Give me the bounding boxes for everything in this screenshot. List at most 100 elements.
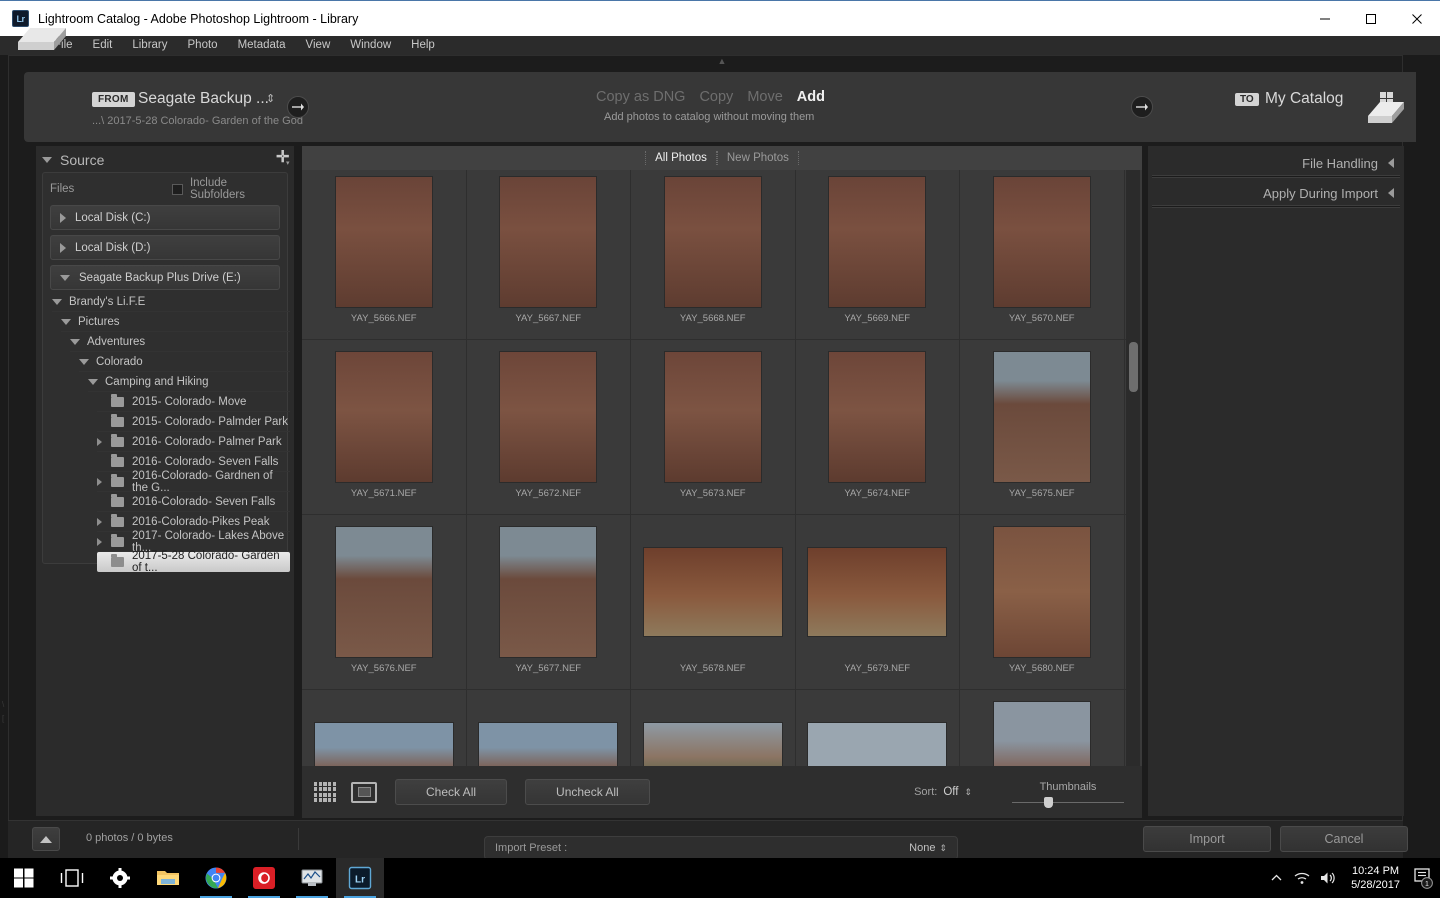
import-preset-value[interactable]: None xyxy=(909,842,935,854)
from-source-caret-icon[interactable]: ⇕ xyxy=(266,92,275,105)
tree-item[interactable]: Colorado xyxy=(79,352,290,372)
menu-item-photo[interactable]: Photo xyxy=(178,36,228,55)
photo-thumbnail[interactable] xyxy=(335,527,432,657)
minimize-button[interactable] xyxy=(1302,1,1348,37)
creative-cloud-button[interactable] xyxy=(240,858,288,898)
taskbar-clock[interactable]: 10:24 PM 5/28/2017 xyxy=(1341,864,1410,892)
photo-cell[interactable]: YAY_5669.NEF xyxy=(796,170,960,340)
section-apply-during-import[interactable]: Apply During Import xyxy=(1152,178,1400,208)
include-subfolders-checkbox[interactable] xyxy=(172,183,183,195)
loupe-view-icon[interactable] xyxy=(351,781,377,803)
photo-thumbnail[interactable] xyxy=(664,177,761,307)
start-button[interactable] xyxy=(0,858,48,898)
photo-thumbnail[interactable] xyxy=(993,352,1090,482)
photo-cell[interactable]: YAY_5677.NEF xyxy=(467,515,631,690)
cancel-button[interactable]: Cancel xyxy=(1280,826,1408,852)
photo-thumbnail[interactable] xyxy=(500,177,597,307)
photo-thumbnail[interactable] xyxy=(993,702,1090,766)
photo-thumbnail[interactable] xyxy=(808,723,947,766)
photo-thumbnail[interactable] xyxy=(829,177,926,307)
tree-item[interactable]: 2015- Colorado- Move xyxy=(97,392,290,412)
photo-cell[interactable]: YAY_5673.NEF xyxy=(631,340,796,515)
monitor-app-button[interactable] xyxy=(288,858,336,898)
tree-expand-triangle-icon[interactable] xyxy=(97,437,102,446)
mode-move[interactable]: Move xyxy=(747,89,782,105)
thumbnail-size-slider[interactable]: Thumbnails xyxy=(1012,781,1124,808)
photo-thumbnail[interactable] xyxy=(479,723,618,766)
close-button[interactable] xyxy=(1394,1,1440,37)
tree-collapse-triangle-icon[interactable] xyxy=(52,298,62,305)
show-hidden-icons-button[interactable] xyxy=(1263,858,1289,898)
destination-arrow-icon[interactable] xyxy=(1131,96,1153,118)
collapse-panel-button[interactable] xyxy=(32,827,60,851)
to-catalog-name[interactable]: My Catalog xyxy=(1265,90,1343,108)
tree-collapse-triangle-icon[interactable] xyxy=(79,358,89,365)
wifi-icon[interactable] xyxy=(1289,858,1315,898)
menu-item-metadata[interactable]: Metadata xyxy=(228,36,296,55)
check-all-button[interactable]: Check All xyxy=(395,779,508,805)
tree-expand-slot[interactable] xyxy=(97,537,111,546)
import-preset-bar[interactable]: Import Preset : None ⇕ xyxy=(484,836,958,860)
drive-row-local-d[interactable]: Local Disk (D:) xyxy=(50,235,280,260)
grid-scrollbar-thumb[interactable] xyxy=(1129,342,1138,392)
import-button[interactable]: Import xyxy=(1143,826,1271,852)
tree-collapse-triangle-icon[interactable] xyxy=(61,318,71,325)
task-view-button[interactable] xyxy=(48,858,96,898)
uncheck-all-button[interactable]: Uncheck All xyxy=(525,779,650,805)
maximize-button[interactable] xyxy=(1348,1,1394,37)
photo-thumbnail[interactable] xyxy=(664,352,761,482)
drive-collapse-triangle-icon[interactable] xyxy=(60,274,70,281)
photo-thumbnail[interactable] xyxy=(314,723,453,766)
file-explorer-button[interactable] xyxy=(144,858,192,898)
tree-collapse-triangle-icon[interactable] xyxy=(88,378,98,385)
grid-scrollbar-track[interactable] xyxy=(1126,170,1140,766)
settings-button[interactable] xyxy=(96,858,144,898)
mode-add[interactable]: Add xyxy=(797,89,825,105)
thumbnail-slider-track[interactable] xyxy=(1012,797,1124,808)
section-expand-triangle-icon[interactable] xyxy=(1388,158,1394,168)
tree-item[interactable]: Adventures xyxy=(70,332,290,352)
photo-cell[interactable]: YAY_5667.NEF xyxy=(467,170,631,340)
sort-value[interactable]: Off xyxy=(943,786,958,798)
tree-item[interactable]: Brandy's Li.F.E xyxy=(52,292,290,312)
photo-cell[interactable] xyxy=(631,690,796,766)
panel-collapse-nub[interactable]: ▲ xyxy=(712,57,732,66)
photo-cell[interactable]: YAY_5666.NEF xyxy=(302,170,467,340)
tree-item[interactable]: Camping and Hiking xyxy=(88,372,290,392)
drive-expand-triangle-icon[interactable] xyxy=(60,242,66,253)
photo-cell[interactable]: YAY_5670.NEF xyxy=(960,170,1125,340)
menu-item-window[interactable]: Window xyxy=(340,36,401,55)
thumbnail-slider-knob[interactable] xyxy=(1044,797,1053,808)
notification-center-button[interactable]: 1 xyxy=(1410,858,1436,898)
photo-thumbnail[interactable] xyxy=(335,177,432,307)
mode-copy[interactable]: Copy xyxy=(699,89,733,105)
tree-expand-triangle-icon[interactable] xyxy=(97,477,102,486)
tree-item[interactable]: 2016-Colorado- Seven Falls xyxy=(97,492,290,512)
tree-expand-slot[interactable] xyxy=(97,517,111,526)
photo-cell[interactable]: YAY_5675.NEF xyxy=(960,340,1125,515)
photo-cell[interactable]: YAY_5672.NEF xyxy=(467,340,631,515)
section-expand-triangle-icon[interactable] xyxy=(1388,188,1394,198)
drive-row-seagate[interactable]: Seagate Backup Plus Drive (E:) xyxy=(50,265,280,290)
photo-thumbnail[interactable] xyxy=(643,723,782,766)
speaker-icon[interactable] xyxy=(1315,858,1341,898)
section-file-handling[interactable]: File Handling xyxy=(1152,148,1400,178)
drive-expand-triangle-icon[interactable] xyxy=(60,212,66,223)
menu-item-edit[interactable]: Edit xyxy=(83,36,123,55)
sort-control[interactable]: Sort: Off ⇕ xyxy=(914,786,972,798)
photo-cell[interactable]: YAY_5671.NEF xyxy=(302,340,467,515)
tree-collapse-triangle-icon[interactable] xyxy=(70,338,80,345)
photo-cell[interactable]: YAY_5676.NEF xyxy=(302,515,467,690)
photo-thumbnail[interactable] xyxy=(808,548,947,636)
photo-cell[interactable]: YAY_5678.NEF xyxy=(631,515,796,690)
source-panel-header[interactable]: Source xyxy=(42,148,290,172)
menu-item-help[interactable]: Help xyxy=(401,36,445,55)
tab-new-photos[interactable]: New Photos xyxy=(716,151,799,165)
add-source-caret-icon[interactable]: ▾ xyxy=(286,159,290,167)
lightroom-button[interactable]: Lr xyxy=(336,858,384,898)
drive-row-local-c[interactable]: Local Disk (C:) xyxy=(50,205,280,230)
photo-thumbnail[interactable] xyxy=(993,527,1090,657)
photo-cell[interactable]: YAY_5679.NEF xyxy=(796,515,960,690)
from-source-name[interactable]: Seagate Backup ... xyxy=(138,90,269,108)
photo-cell[interactable]: YAY_5668.NEF xyxy=(631,170,796,340)
